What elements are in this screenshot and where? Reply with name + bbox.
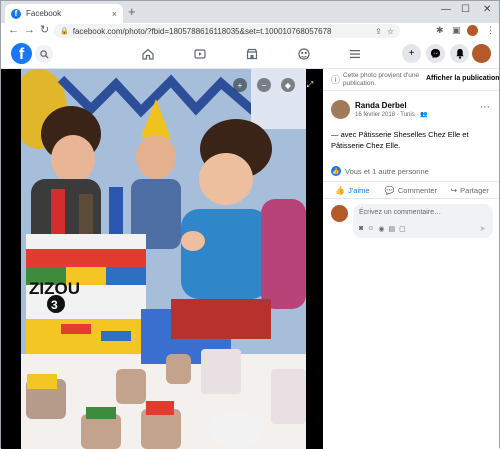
- search-icon[interactable]: [35, 45, 53, 63]
- like-button[interactable]: 👍 J'aime: [323, 182, 382, 198]
- create-plus-icon[interactable]: +: [402, 44, 421, 63]
- close-window-icon[interactable]: ✕: [483, 4, 491, 15]
- like-reaction-icon: 👍: [331, 166, 341, 176]
- thumbs-up-icon: 👍: [335, 185, 346, 195]
- svg-text:3: 3: [51, 298, 58, 312]
- notice-text: Cette photo provient d'une publication.: [343, 72, 420, 87]
- emoji-icon[interactable]: ☺: [367, 225, 374, 233]
- back-icon[interactable]: ←: [8, 24, 19, 37]
- share-label: Partager: [460, 185, 489, 195]
- comment-placeholder[interactable]: Écrivez un commentaire…: [359, 209, 441, 216]
- lock-icon: 🔒: [60, 28, 69, 35]
- avatar-sticker-icon[interactable]: ◙: [359, 225, 363, 233]
- share-page-icon[interactable]: ⇪: [375, 27, 382, 36]
- like-label: J'aime: [348, 185, 370, 195]
- photo-image[interactable]: ZIZOU 3: [21, 69, 306, 449]
- share-arrow-icon: ↪: [450, 185, 458, 195]
- watch-icon[interactable]: [192, 46, 208, 62]
- groups-icon[interactable]: [296, 46, 312, 62]
- browser-menu-icon[interactable]: ⋮: [486, 24, 495, 37]
- commenter-avatar: [331, 205, 348, 222]
- extensions-icon[interactable]: ✱: [436, 24, 444, 37]
- tab-title: Facebook: [26, 9, 62, 18]
- birthday-photo-illustration: ZIZOU 3: [21, 69, 306, 449]
- publication-notice: ⓘ Cette photo provient d'une publication…: [323, 69, 500, 91]
- notifications-bell-icon[interactable]: [450, 44, 469, 63]
- photo-viewer: ZIZOU 3 + − ◆ ⤢: [1, 69, 323, 449]
- gif-icon[interactable]: ▤: [389, 225, 396, 233]
- more-options-icon[interactable]: ⋯: [480, 102, 490, 113]
- share-button[interactable]: ↪ Partager: [440, 182, 499, 198]
- messenger-icon[interactable]: [426, 44, 445, 63]
- new-tab-button[interactable]: +: [128, 5, 136, 19]
- show-publication-link[interactable]: Afficher la publication: [426, 75, 500, 82]
- post-meta: 16 février 2018 · Tunis · 👥: [355, 111, 428, 118]
- browser-tab[interactable]: f Facebook ×: [5, 4, 123, 23]
- tag-icon[interactable]: ◆: [281, 78, 295, 92]
- post-caption: — avec Pâtisserie Sheselles Chez Elle et…: [331, 130, 469, 150]
- facebook-logo-icon[interactable]: f: [11, 43, 32, 64]
- address-bar[interactable]: 🔒 facebook.com/photo/?fbid=1805788616118…: [54, 24, 400, 38]
- post-date[interactable]: 16 février 2018 · Tunis ·: [355, 112, 418, 118]
- minimize-icon[interactable]: —: [441, 4, 451, 15]
- tab-strip: f Facebook × + — ☐ ✕: [1, 1, 499, 23]
- comment-button[interactable]: 💬 Commenter: [382, 182, 441, 198]
- post-actions: 👍 J'aime 💬 Commenter ↪ Partager: [323, 181, 499, 199]
- comment-label: Commenter: [397, 185, 438, 195]
- comment-bubble-icon: 💬: [384, 185, 395, 195]
- menu-hamburger-icon[interactable]: [347, 46, 363, 62]
- tab-close-icon[interactable]: ×: [112, 9, 117, 19]
- browser-toolbar: ← → ↻ 🔒 facebook.com/photo/?fbid=1805788…: [1, 23, 499, 39]
- reload-icon[interactable]: ↻: [40, 24, 49, 37]
- facebook-favicon-icon: f: [11, 8, 21, 19]
- zoom-out-icon[interactable]: −: [257, 78, 271, 92]
- url-text[interactable]: facebook.com/photo/?fbid=180578861611803…: [73, 27, 370, 36]
- bookmark-star-icon[interactable]: ☆: [387, 27, 394, 36]
- author-name[interactable]: Randa Derbel: [355, 101, 407, 110]
- reactions-text: Vous et 1 autre personne: [345, 166, 429, 176]
- marketplace-icon[interactable]: [244, 46, 260, 62]
- zoom-in-icon[interactable]: +: [233, 78, 247, 92]
- post-side-panel: ⓘ Cette photo provient d'une publication…: [323, 69, 500, 449]
- forward-icon[interactable]: →: [24, 24, 35, 37]
- fullscreen-icon[interactable]: ⤢: [303, 78, 317, 92]
- camera-icon[interactable]: ◉: [378, 225, 384, 233]
- side-panel-icon[interactable]: ▣: [452, 24, 461, 37]
- comment-tools: ◙ ☺ ◉ ▤ ▢: [359, 225, 406, 233]
- home-icon[interactable]: [140, 46, 156, 62]
- browser-profile-avatar[interactable]: [467, 25, 478, 36]
- send-icon[interactable]: ➤: [479, 224, 486, 233]
- browser-window: f Facebook × + — ☐ ✕ ← → ↻ 🔒 facebook.co…: [0, 0, 500, 449]
- friends-audience-icon: 👥: [420, 112, 428, 118]
- info-icon: ⓘ: [331, 75, 341, 85]
- comment-input[interactable]: Écrivez un commentaire… ◙ ☺ ◉ ▤ ▢ ➤: [353, 204, 493, 238]
- author-avatar[interactable]: [331, 100, 350, 119]
- reactions-summary[interactable]: 👍 Vous et 1 autre personne: [331, 166, 429, 176]
- maximize-icon[interactable]: ☐: [461, 4, 470, 15]
- account-avatar[interactable]: [472, 44, 491, 63]
- sticker-icon[interactable]: ▢: [399, 225, 406, 233]
- facebook-header: f +: [1, 39, 499, 69]
